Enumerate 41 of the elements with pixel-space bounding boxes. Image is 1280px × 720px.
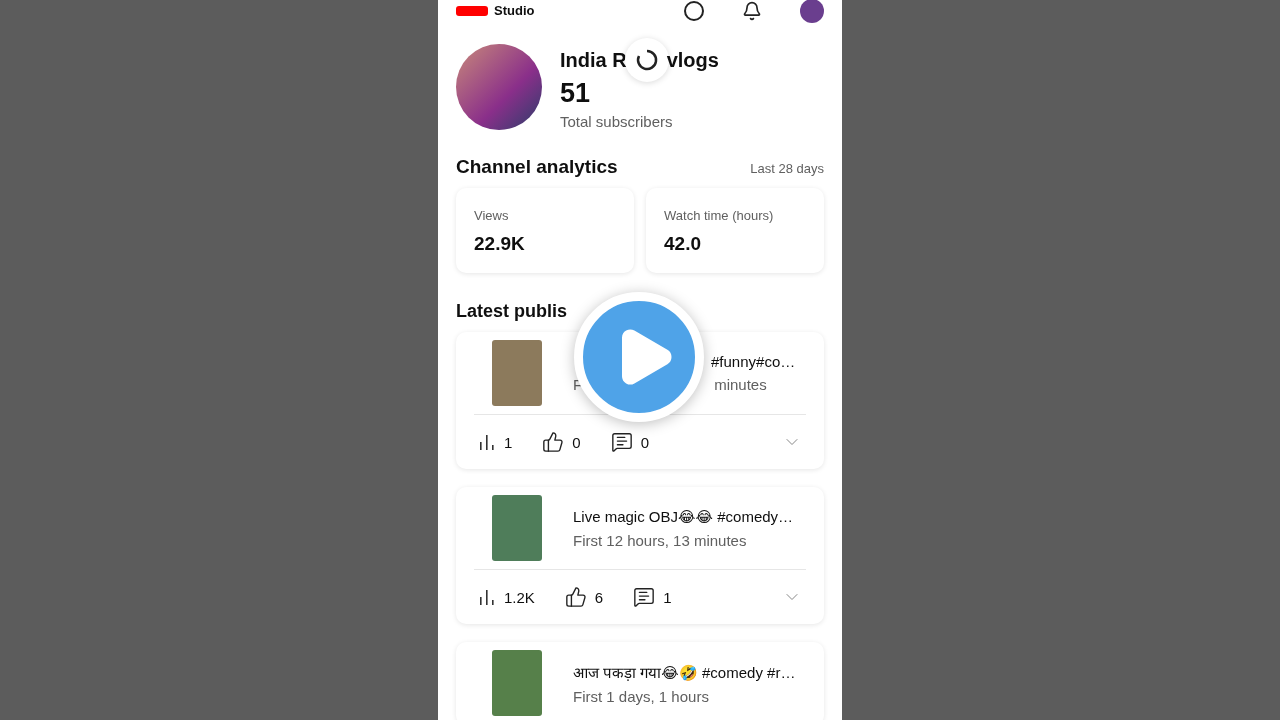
like-count: 0	[572, 433, 581, 451]
loading-spinner	[624, 38, 669, 82]
video-thumbnail[interactable]	[492, 340, 542, 406]
logo-icon	[456, 6, 488, 16]
metric-card[interactable]: Watch time (hours) 42.0	[646, 188, 824, 273]
avatar-placeholder[interactable]	[800, 0, 824, 23]
channel-name: India R	[560, 48, 627, 72]
notification-icon[interactable]	[742, 1, 762, 21]
comment-count: 1	[663, 588, 672, 606]
metric-label: Views	[474, 208, 510, 223]
video-title: Live magic OBJ😂😂 #comedy…	[573, 507, 794, 526]
metric-label: Watch time (hours)	[664, 208, 775, 223]
channel-name: vlogs	[666, 48, 719, 72]
video-age: First 1 days, 1 hours	[573, 687, 709, 705]
thumbs-up-icon	[564, 586, 587, 608]
bar-chart-icon	[478, 433, 496, 451]
subscriber-count: 51	[560, 78, 592, 109]
thumbs-up-icon	[542, 431, 565, 453]
comment-count: 0	[640, 433, 650, 451]
video-card[interactable]: आज पकड़ा गया😂🤣 #comedy #r… First 1 days, 1 hours	[456, 642, 824, 720]
bar-chart-icon	[478, 588, 496, 606]
video-card[interactable]: Live magic OBJ😂😂 #comedy… First 12 hours, 13 minutes 1.2K 6 1	[456, 487, 824, 624]
metric-card[interactable]: Views 22.9K	[456, 188, 634, 273]
section-title: Latest publis	[455, 300, 568, 322]
video-title: आज पकड़ा गया😂🤣 #comedy #r…	[573, 662, 796, 682]
period-label: Last 28 days	[750, 161, 824, 176]
logo-text: Studio	[494, 4, 535, 18]
metric-value: 22.9K	[474, 233, 526, 255]
section-title: Channel analytics	[456, 156, 618, 178]
video-age: First 12 hours, 13 minutes	[573, 531, 747, 549]
video-age: minutes	[714, 376, 767, 393]
video-thumbnail[interactable]	[492, 495, 542, 561]
like-count: 6	[594, 588, 604, 606]
video-title: #funny#co…	[711, 353, 796, 370]
view-count: 1	[504, 433, 513, 451]
view-count: 1.2K	[504, 588, 535, 606]
video-thumbnail[interactable]	[492, 650, 542, 716]
metric-value: 42.0	[664, 233, 702, 255]
comment-icon	[610, 431, 633, 453]
comment-icon	[633, 586, 656, 608]
subscriber-label: Total subscribers	[560, 113, 674, 130]
